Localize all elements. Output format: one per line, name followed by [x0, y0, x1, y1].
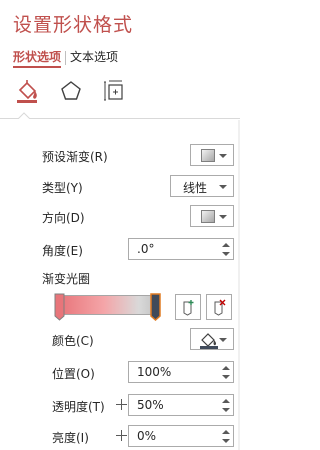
- position-label: 位置(O): [52, 367, 95, 381]
- transparency-label: 透明度(T): [52, 400, 105, 414]
- format-shape-pane: 设置形状格式 形状选项 文本选项 预设渐变(R) 类型(Y) 线性 方向(D) …: [0, 0, 240, 450]
- chevron-down-icon: [219, 185, 227, 189]
- transparency-row: 透明度(T) 50%: [0, 394, 240, 418]
- remove-stop-icon: [214, 299, 226, 316]
- preset-gradient-row: 预设渐变(R): [0, 144, 240, 168]
- position-row: 位置(O) 100%: [0, 361, 240, 385]
- spin-up-icon[interactable]: [222, 430, 230, 434]
- spin-down-icon[interactable]: [222, 375, 230, 379]
- chevron-down-icon: [219, 215, 227, 219]
- angle-value[interactable]: .0°: [137, 242, 154, 256]
- gradient-stops-row: 渐变光圈: [0, 266, 240, 290]
- color-label: 颜色(C): [52, 334, 94, 348]
- gradient-stops-slider[interactable]: [54, 292, 166, 322]
- chevron-down-icon: [219, 338, 227, 342]
- gradient-swatch: [201, 149, 215, 162]
- gradient-preview-bar[interactable]: [58, 295, 160, 315]
- color-picker-dropdown[interactable]: [190, 328, 234, 350]
- add-stop-icon: [183, 300, 194, 316]
- direction-swatch: [201, 210, 215, 223]
- position-value[interactable]: 100%: [137, 365, 171, 379]
- options-tabs: 形状选项 文本选项: [13, 48, 118, 68]
- type-row: 类型(Y) 线性: [0, 175, 240, 199]
- direction-dropdown[interactable]: [190, 205, 234, 227]
- direction-label: 方向(D): [42, 211, 85, 225]
- preset-gradient-dropdown[interactable]: [190, 144, 234, 166]
- gradient-stops-label: 渐变光圈: [42, 272, 91, 286]
- category-icons: [12, 76, 130, 106]
- spin-down-icon[interactable]: [222, 439, 230, 443]
- add-gradient-stop-button[interactable]: [175, 294, 201, 320]
- type-value: 线性: [183, 181, 208, 195]
- effects-pentagon-icon[interactable]: [56, 76, 86, 106]
- position-spinner[interactable]: 100%: [128, 361, 234, 383]
- tab-shape-options[interactable]: 形状选项: [13, 48, 62, 68]
- angle-row: 角度(E) .0°: [0, 238, 240, 262]
- color-row: 颜色(C): [0, 328, 240, 352]
- chevron-down-icon: [219, 154, 227, 158]
- spin-up-icon[interactable]: [222, 243, 230, 247]
- angle-label: 角度(E): [42, 244, 83, 258]
- remove-gradient-stop-button[interactable]: [206, 294, 232, 320]
- icon-row-divider: [0, 118, 240, 119]
- paint-bucket-icon: [200, 333, 218, 349]
- size-properties-icon[interactable]: [100, 76, 130, 106]
- type-dropdown[interactable]: 线性: [170, 175, 234, 197]
- pane-scrollbar[interactable]: [238, 120, 240, 450]
- preset-gradient-label: 预设渐变(R): [42, 150, 108, 164]
- spin-up-icon[interactable]: [222, 399, 230, 403]
- tab-divider: [65, 51, 67, 65]
- tab-text-options[interactable]: 文本选项: [70, 48, 118, 68]
- brightness-value[interactable]: 0%: [137, 429, 156, 443]
- active-category-caret-icon: [18, 112, 30, 119]
- spin-up-icon[interactable]: [222, 366, 230, 370]
- angle-spinner[interactable]: .0°: [128, 238, 234, 260]
- brightness-label: 亮度(I): [52, 431, 89, 445]
- brightness-row: 亮度(I) 0%: [0, 425, 240, 449]
- direction-row: 方向(D): [0, 205, 240, 229]
- transparency-spinner[interactable]: 50%: [128, 394, 234, 416]
- pane-title: 设置形状格式: [13, 14, 134, 36]
- spin-down-icon[interactable]: [222, 408, 230, 412]
- transparency-value[interactable]: 50%: [137, 398, 164, 412]
- brightness-spinner[interactable]: 0%: [128, 425, 234, 447]
- gradient-stop-left[interactable]: [54, 292, 65, 322]
- fill-line-icon[interactable]: [12, 76, 42, 106]
- slider-plus-icon[interactable]: [116, 430, 127, 441]
- spin-down-icon[interactable]: [222, 252, 230, 256]
- slider-plus-icon[interactable]: [116, 399, 127, 410]
- type-label: 类型(Y): [42, 181, 83, 195]
- gradient-stop-right-selected[interactable]: [150, 292, 161, 322]
